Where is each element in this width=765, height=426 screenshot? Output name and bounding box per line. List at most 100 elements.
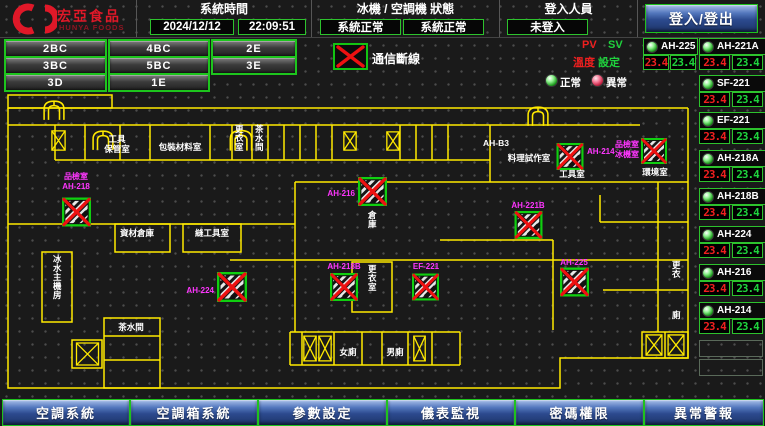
abnormal-label: 異常 [606,75,627,90]
unit-pv-value: 23.4 [699,319,730,334]
unit-status-led [702,153,714,165]
ahu-icon-ah-221b[interactable] [516,212,542,238]
comm-loss-icon [333,43,369,71]
unit-status-led [702,305,714,317]
unit-slot-empty [699,340,763,357]
map-unit-label: AH-218B [327,262,361,271]
unit-label: AH-214 [717,305,751,316]
room-label: 縫工具室 [195,228,230,238]
room-label: 環境室 [642,167,668,177]
unit-pv-value: 23.4 [699,281,730,296]
map-unit-label: AH-216 [327,189,355,198]
nav-password-permission[interactable]: 密碼權限 [515,399,644,426]
unit-label: AH-218B [717,191,759,202]
unit-status-led [702,191,714,203]
map-unit-label: 冰機室 [615,149,639,159]
room-label: 倉庫 [367,210,377,229]
map-unit-label: AH-221B [511,201,545,210]
logo-arc-right [45,8,56,30]
nav-meter-monitoring[interactable]: 儀表監視 [387,399,515,426]
unit-sv-value: 23.4 [732,281,763,296]
unit-ah-225[interactable]: AH-225 [643,38,698,55]
ahu-icon-ef-221[interactable] [413,275,438,300]
floor-button-3e[interactable]: 3E [211,56,297,75]
unit-sv-value: 23.4 [732,205,763,220]
room-label: 更衣 [672,260,681,279]
nav-ahu-system[interactable]: 空調箱系統 [130,399,258,426]
unit-status-led [702,267,714,279]
unit-ah-216[interactable]: AH-216 [699,264,765,281]
unit-status-led [646,41,658,53]
room-label: 工具室 [559,169,585,179]
room-label: 料理試作室 [508,153,551,163]
ahu-icon-ah-214[interactable] [558,144,583,169]
chiller-status-display: 系統正常 [320,19,401,35]
header-divider [637,0,638,37]
login-logout-button[interactable]: 登入/登出 [645,4,758,33]
shaft-x-icon [304,336,316,361]
map-unit-label: 品檢室 [64,171,88,181]
ahu-icon-ah-224[interactable] [218,273,246,301]
abnormal-led [591,74,604,87]
room-label: 包裝材料室 [159,142,202,152]
map-unit-label: AH-218 [62,182,90,191]
room-label: 更衣室 [235,124,244,152]
unit-sv-value: 23.4 [670,55,696,70]
unit-pv-value: 23.4 [699,243,730,258]
stairs-icon [44,101,64,120]
unit-sv-value: 23.4 [732,319,763,334]
unit-sv-value: 23.4 [732,129,763,144]
shaft-x-icon [52,131,65,150]
nav-parameter-settings[interactable]: 參數設定 [258,399,387,426]
room-label: 資材倉庫 [119,228,155,238]
normal-label: 正常 [560,75,581,90]
unit-sv-value: 23.4 [732,92,763,107]
nav-abnormal-alarm[interactable]: 異常警報 [644,399,764,426]
unit-label: AH-216 [717,267,751,278]
unit-ah-221a[interactable]: AH-221A [699,38,765,55]
unit-label: EF-221 [717,115,750,126]
system-date-display: 2024/12/12 [150,19,234,35]
comm-loss-label: 通信斷線 [372,50,420,67]
unit-sv-value: 23.4 [732,55,763,70]
unit-status-led [702,115,714,127]
unit-status-led [702,78,714,90]
ahu-icon-ah-218[interactable] [63,199,90,226]
unit-pv-value: 23.4 [699,167,730,182]
ahu-icon-pinjian[interactable] [642,139,666,163]
map-unit-label: AH-214 [587,147,615,156]
unit-ah-214[interactable]: AH-214 [699,302,765,319]
unit-label: AH-225 [661,41,695,52]
brand-name-en: HUNYA FOODS [59,23,124,32]
unit-sf-221[interactable]: SF-221 [699,75,765,92]
unit-sv-value: 23.4 [732,167,763,182]
unit-status-led [702,41,714,53]
ahu-icon-ah-216[interactable] [359,178,386,205]
unit-pv-value: 23.4 [699,55,730,70]
shaft-x-icon [414,336,425,361]
room-label: 保管室 [103,144,130,154]
login-user-display: 未登入 [507,19,588,35]
ahu-icon-ah-218b[interactable] [331,274,357,300]
system-time-title: 系統時間 [137,1,311,15]
room-label: 男廁 [386,347,404,357]
nav-ac-system[interactable]: 空調系統 [2,399,130,426]
ahu-icon-ah-225[interactable] [561,269,588,296]
login-user-title: 登入人員 [500,1,637,15]
normal-led [545,74,558,87]
room-label: 茶水間 [117,322,144,332]
unit-ah-218b[interactable]: AH-218B [699,188,765,205]
system-clock-display: 22:09:51 [238,19,306,35]
unit-slot-empty [699,359,763,376]
unit-ef-221[interactable]: EF-221 [699,112,765,129]
logo: 宏亞食品 HUNYA FOODS [0,0,136,38]
unit-label: AH-224 [717,229,751,240]
unit-pv-value: 23.4 [699,92,730,107]
room-label: 廁 [672,310,681,320]
unit-ah-218a[interactable]: AH-218A [699,150,765,167]
map-unit-label: AH-224 [186,286,214,295]
unit-pv-value: 23.4 [699,129,730,144]
floorplan: 品檢室 AH-218 AH-224 AH-218B EF-221 AH-221B… [0,90,690,398]
room-label: 茶水間 [254,124,264,152]
unit-ah-224[interactable]: AH-224 [699,226,765,243]
